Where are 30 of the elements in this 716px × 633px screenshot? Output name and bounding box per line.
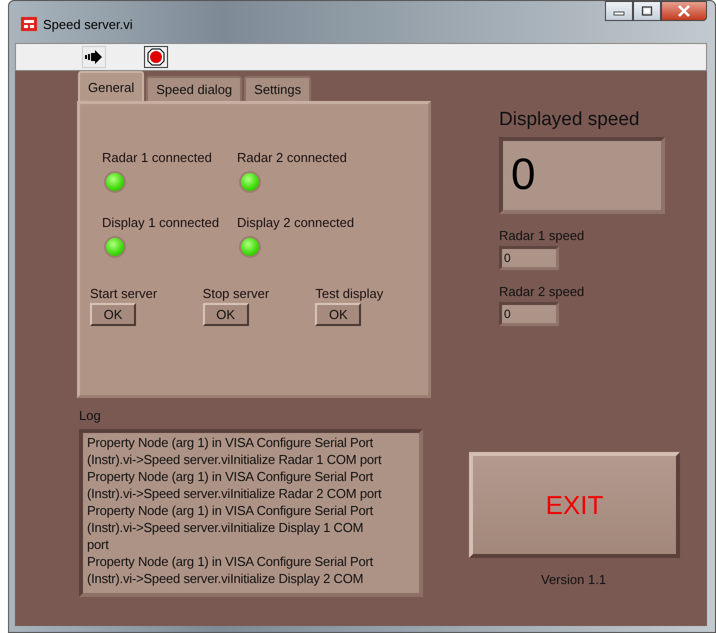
version-label: Version 1.1 — [541, 572, 606, 587]
close-button[interactable] — [661, 1, 707, 21]
speed-label: Radar 1 speed — [499, 228, 584, 243]
app-icon — [21, 17, 37, 31]
button-label: Start server — [90, 286, 158, 301]
button-label: Stop server — [202, 286, 270, 301]
displayed-speed-label: Displayed speed — [499, 109, 640, 131]
window-title: Speed server.vi — [43, 16, 133, 32]
maximize-icon — [641, 6, 653, 16]
log-label: Log — [79, 408, 102, 423]
speed-value: 0 — [499, 302, 559, 326]
stop-icon[interactable] — [144, 46, 168, 68]
maximize-button[interactable] — [633, 1, 661, 21]
ok-button[interactable]: OK — [202, 303, 249, 326]
tab[interactable]: Settings — [244, 76, 312, 101]
minimize-button[interactable] — [605, 1, 633, 21]
button-label: Test display — [315, 286, 384, 301]
tab[interactable]: Speed dialog — [146, 76, 242, 101]
indicator-label: Display 1 connected — [102, 215, 220, 230]
indicator-label: Display 2 connected — [237, 215, 354, 230]
indicator-label: Radar 1 connected — [102, 150, 212, 165]
indicator-label: Radar 2 connected — [237, 150, 347, 165]
log-box[interactable]: Property Node (arg 1) in VISA Configure Serial Port (Instr).vi->Speed server.viInitialize Radar 1 COM port Property Node (arg 1) in VISA Configure Serial Port (Instr).vi->Speed server.viInitialize Radar 2 COM port Property Node (arg 1) in VISA Configure Serial Port (Instr).vi->Speed server.viInitialize Display 1 COM port Property Node (arg 1) in VISA Configure Serial Port (Instr).vi->Speed server.viInitialize Display 2 COM — [79, 429, 423, 597]
tab[interactable]: General — [78, 71, 144, 101]
close-icon — [677, 5, 691, 17]
ok-button[interactable]: OK — [90, 303, 136, 326]
displayed-speed-value: 0 — [499, 137, 665, 214]
speed-value: 0 — [499, 246, 559, 270]
ok-button[interactable]: OK — [315, 303, 362, 326]
speed-label: Radar 2 speed — [499, 284, 584, 299]
